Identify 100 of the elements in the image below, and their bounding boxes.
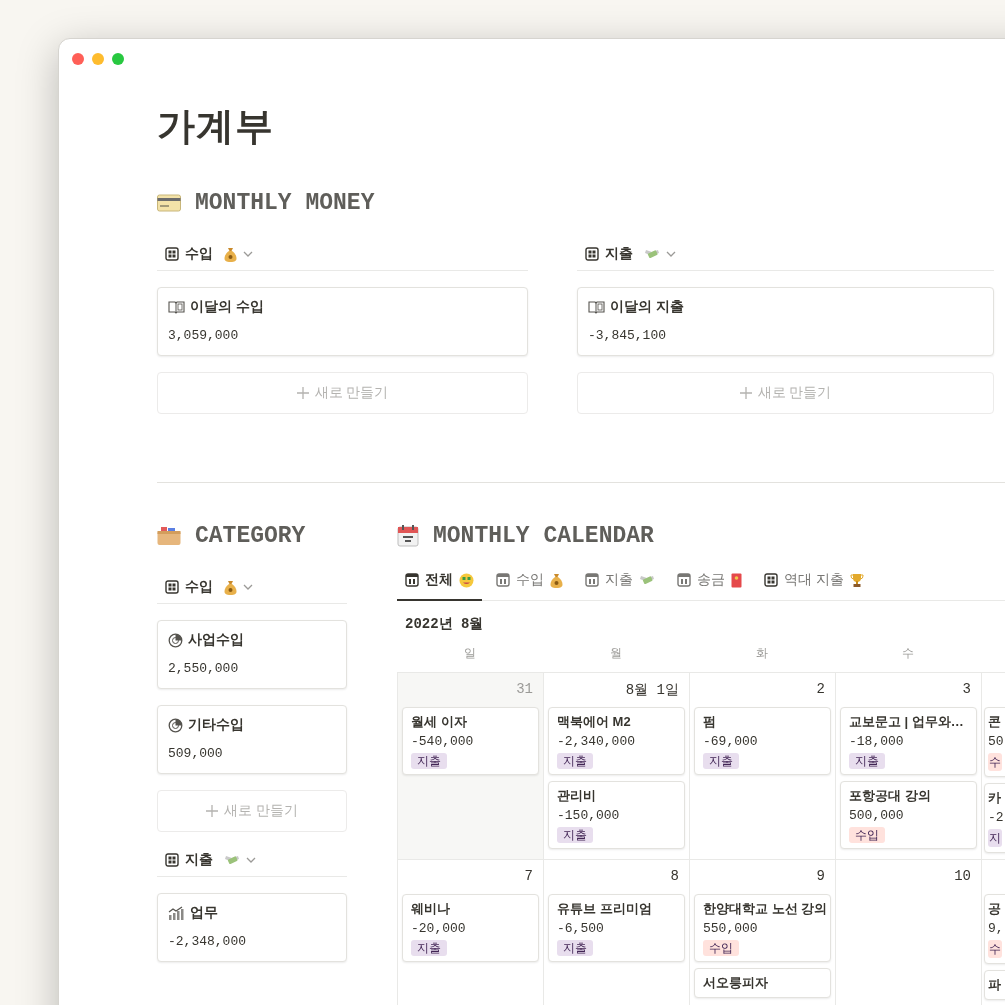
event-card[interactable]: 맥북에어 M2 -2,340,000 지출 [548, 707, 685, 775]
section-heading: CATEGORY [195, 523, 306, 549]
event-card[interactable]: 펌 -69,000 지출 [694, 707, 831, 775]
card-value: 509,000 [168, 746, 224, 761]
tag: 지출 [557, 940, 593, 956]
event-title: 웨비나 [411, 900, 451, 918]
tag: 지출 [849, 753, 885, 769]
event-title: 서오릉피자 [703, 974, 769, 992]
summary-card[interactable]: 기타수입 509,000 [157, 705, 347, 774]
event-amount: -2,340,000 [557, 733, 636, 751]
event-card[interactable]: 한양대학교 노선 강의 550,000 수입 [694, 894, 831, 962]
summary-card[interactable]: 이달의 지출 -3,845,100 [577, 287, 994, 356]
weekday-label: 월 [609, 645, 623, 662]
view-tab[interactable]: 전체 [397, 563, 482, 601]
envelope-icon [731, 572, 742, 588]
card-value: 3,059,000 [168, 328, 240, 343]
day-number: 10 [954, 868, 971, 884]
event-amount: -6,500 [557, 920, 605, 938]
card-value: -2,348,000 [168, 934, 247, 949]
day-number: 31 [516, 681, 533, 697]
tag: 지출 [411, 940, 447, 956]
caret-icon[interactable] [246, 857, 256, 863]
book-icon [168, 300, 185, 314]
event-amount: -540,000 [411, 733, 475, 751]
calendar-icon [405, 573, 419, 587]
month-label: 2022년 8월 [404, 615, 485, 634]
event-title: 교보문고 | 업무와… [849, 713, 965, 731]
event-card[interactable]: 월세 이자 -540,000 지출 [402, 707, 539, 775]
event-title: 관리비 [557, 787, 597, 805]
tag: 지출 [557, 827, 593, 843]
plus-icon [296, 387, 309, 399]
event-title: 맥북에어 M2 [557, 713, 632, 731]
caret-icon[interactable] [243, 251, 253, 257]
day-number: 9 [816, 868, 825, 884]
tag: 수 [988, 940, 1002, 958]
card-value: -3,845,100 [588, 328, 667, 343]
calendar-icon [496, 573, 510, 587]
section-heading: MONTHLY CALENDAR [433, 523, 654, 549]
bar-chart-icon [168, 906, 185, 920]
tag: 수 [988, 753, 1002, 771]
view-tab[interactable]: 수입 [488, 563, 571, 601]
minimize-button[interactable] [92, 53, 104, 65]
tag: 지출 [703, 753, 739, 769]
book-icon [588, 300, 605, 314]
event-card[interactable]: 유튜브 프리미엄 -6,500 지출 [548, 894, 685, 962]
event-title: 펌 [703, 713, 717, 731]
event-card[interactable]: 웨비나 -20,000 지출 [402, 894, 539, 962]
event-card[interactable]: 포항공대 강의 500,000 수입 [840, 781, 977, 849]
card-title: 이달의 지출 [610, 298, 684, 316]
weekday-label: 수 [901, 645, 915, 662]
event-card[interactable]: 관리비 -150,000 지출 [548, 781, 685, 849]
maximize-button[interactable] [112, 53, 124, 65]
caret-icon[interactable] [666, 251, 676, 257]
day-number: 8 [670, 868, 679, 884]
view-tab[interactable]: 송금 [669, 563, 750, 601]
plus-icon [739, 387, 752, 399]
flying-money-icon [639, 573, 655, 587]
flying-money-icon [224, 853, 240, 867]
event-card[interactable]: 파 [984, 970, 1005, 1000]
card-box-icon [157, 526, 181, 546]
page-title: 가계부 [157, 104, 275, 149]
view-tab[interactable]: 지출 [577, 563, 663, 601]
event-amount: -2 [988, 809, 1005, 827]
money-bag-icon [550, 572, 563, 588]
event-card[interactable]: 교보문고 | 업무와… -18,000 지출 [840, 707, 977, 775]
pie-chart-icon [168, 632, 183, 648]
view-label[interactable]: 수입 [185, 578, 213, 596]
tag: 지출 [411, 753, 447, 769]
view-tab[interactable]: 역대 지출 [756, 563, 872, 601]
event-title: 공 [988, 900, 1002, 918]
card-title: 사업수입 [188, 631, 244, 649]
weekday-label: 일 [463, 645, 477, 662]
credit-card-icon [157, 194, 181, 212]
event-card[interactable]: 콘 50 수 [984, 707, 1005, 777]
tag: 지 [988, 829, 1002, 847]
summary-card[interactable]: 사업수입 2,550,000 [157, 620, 347, 689]
event-amount: -150,000 [557, 807, 621, 825]
day-number: 8월 1일 [625, 682, 679, 698]
smiley-icon [459, 572, 474, 588]
event-card[interactable]: 공 9, 수 [984, 894, 1005, 964]
trophy-icon [849, 572, 864, 588]
weekday-label: 화 [755, 645, 769, 662]
view-label[interactable]: 지출 [185, 851, 213, 869]
view-label[interactable]: 수입 [185, 245, 213, 263]
event-card[interactable]: 서오릉피자 [694, 968, 831, 998]
close-button[interactable] [72, 53, 84, 65]
summary-card[interactable]: 업무 -2,348,000 [157, 893, 347, 962]
section-heading: MONTHLY MONEY [195, 190, 375, 216]
view-label[interactable]: 지출 [605, 245, 633, 263]
event-amount: 9, [988, 920, 1005, 938]
calendar-icon [397, 525, 419, 547]
table-icon [764, 573, 778, 587]
event-amount: -18,000 [849, 733, 905, 751]
card-title: 기타수입 [188, 716, 244, 734]
day-number: 3 [962, 681, 971, 697]
event-card[interactable]: 카 -2 지 [984, 783, 1005, 853]
caret-icon[interactable] [243, 584, 253, 590]
event-amount: 50 [988, 733, 1005, 751]
money-bag-icon [224, 246, 237, 262]
summary-card[interactable]: 이달의 수입 3,059,000 [157, 287, 528, 356]
